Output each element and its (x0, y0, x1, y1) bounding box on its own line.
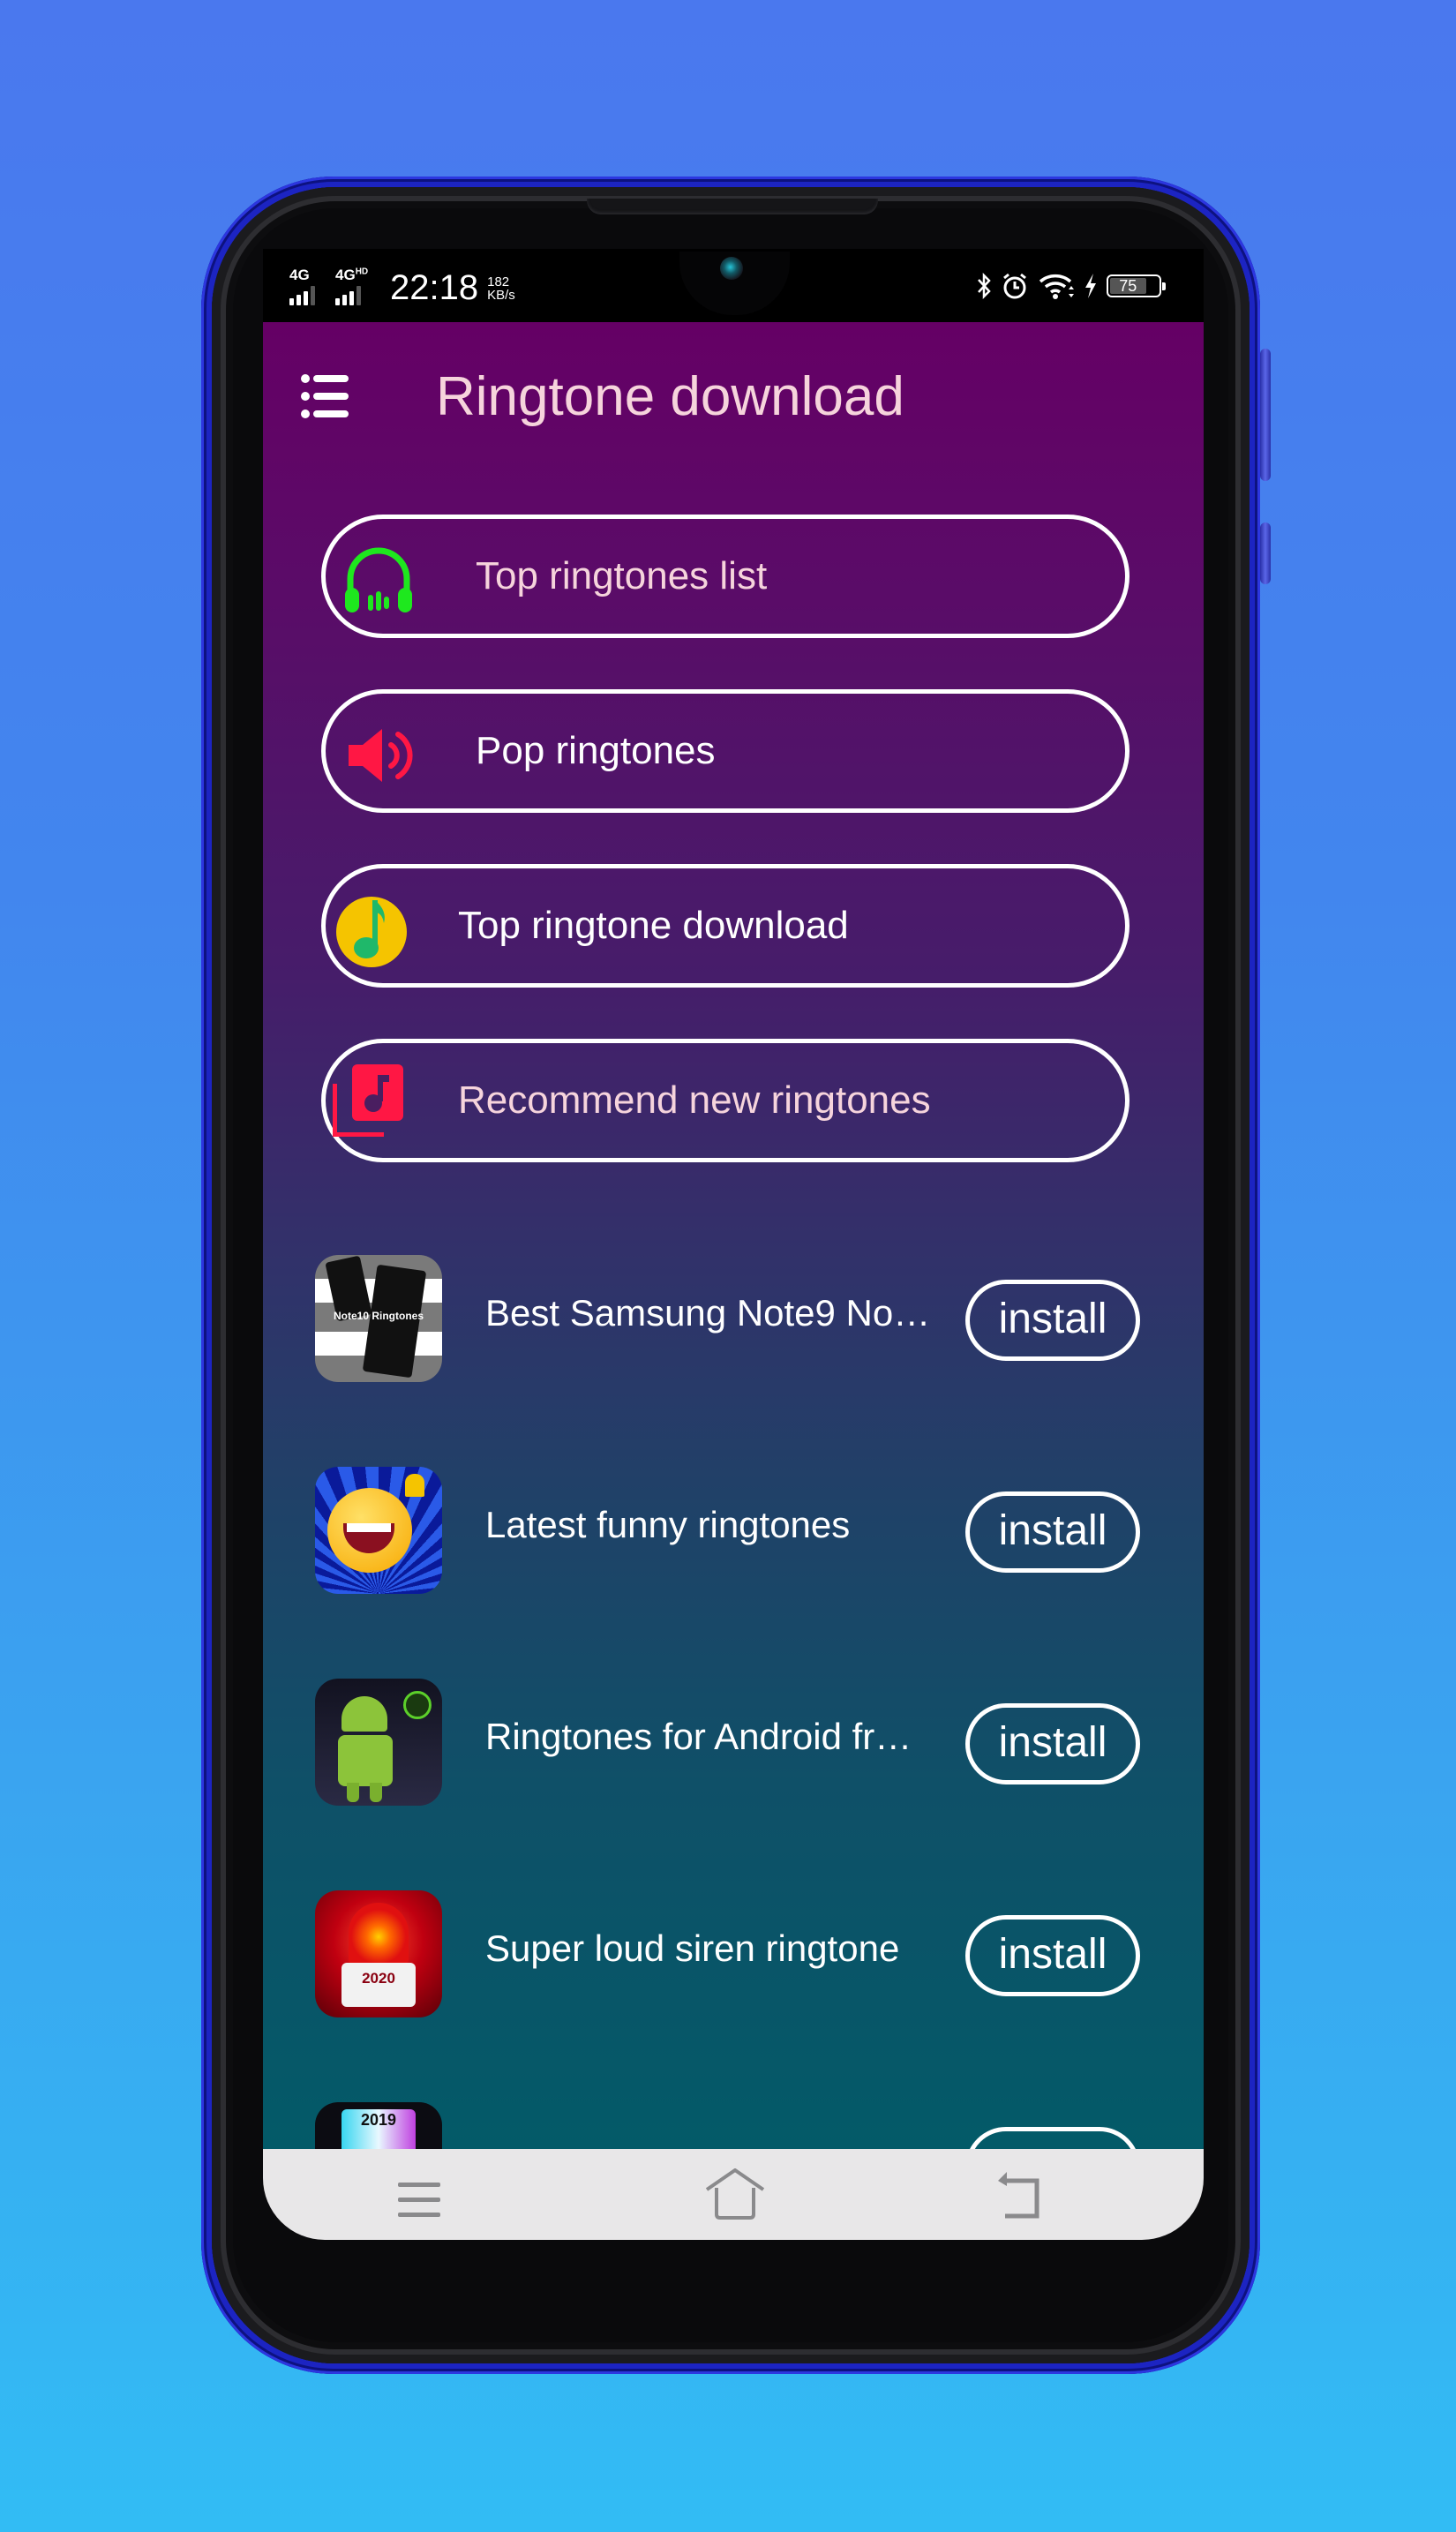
clock: 22:18 (390, 268, 479, 307)
install-button[interactable] (965, 2127, 1140, 2149)
music-library-icon (333, 1064, 403, 1137)
volume-button (1260, 349, 1271, 481)
recents-menu-icon[interactable] (391, 2168, 447, 2221)
alarm-icon (1003, 273, 1026, 299)
category-label: Top ringtone download (458, 904, 849, 947)
battery-level: 75 (1110, 277, 1146, 295)
app-thumbnail-funny-emoji (315, 1467, 442, 1594)
app-thumbnail-note-ringtones: Note10 Ringtones (315, 1255, 442, 1382)
app-thumbnail-2019: 2019 (315, 2102, 442, 2149)
page-title: Ringtone download (436, 366, 904, 427)
install-button[interactable]: install (965, 1703, 1140, 1784)
music-note-icon (336, 897, 407, 967)
app-list-item[interactable]: Note10 Ringtones Best Samsung Note9 No… … (263, 1255, 1204, 1387)
app-thumbnail-siren: 2020 (315, 1890, 442, 2017)
app-list-item[interactable]: Ringtones for Android fr… install (263, 1679, 1204, 1811)
home-icon[interactable] (704, 2168, 766, 2221)
speaker-volume-icon (349, 729, 413, 782)
category-recommend-new-ringtones[interactable]: Recommend new ringtones (321, 1039, 1130, 1162)
app-list-item[interactable]: 2020 Super loud siren ringtone install (263, 1890, 1204, 2023)
network-speed: 182 KB/s (487, 274, 515, 303)
app-list-item[interactable]: Latest funny ringtones install (263, 1467, 1204, 1599)
back-icon[interactable] (991, 2168, 1047, 2221)
signal-4g-icon: 4G (289, 267, 326, 305)
app-list-item[interactable]: 2019 (263, 2102, 1204, 2149)
battery-icon: 75 (1107, 274, 1166, 297)
charging-icon (1085, 274, 1096, 298)
category-pop-ringtones[interactable]: Pop ringtones (321, 689, 1130, 813)
app-bar: Ringtone download (263, 322, 1204, 477)
wifi-icon (1039, 274, 1074, 299)
app-screen: Ringtone download Top ringtones list Pop… (263, 322, 1204, 2149)
power-button (1260, 522, 1271, 584)
category-label: Pop ringtones (476, 729, 716, 772)
category-label: Top ringtones list (476, 554, 768, 597)
category-label: Recommend new ringtones (458, 1078, 931, 1122)
menu-list-icon[interactable] (300, 373, 351, 419)
category-top-ringtones-list[interactable]: Top ringtones list (321, 515, 1130, 638)
app-name: Best Samsung Note9 No… (485, 1292, 931, 1334)
install-button[interactable]: install (965, 1280, 1140, 1361)
front-camera (720, 257, 743, 280)
headphones-icon (345, 547, 412, 612)
app-name: Latest funny ringtones (485, 1504, 851, 1545)
app-name: Ringtones for Android fr… (485, 1716, 912, 1757)
app-thumbnail-android (315, 1679, 442, 1806)
earpiece-speaker (587, 199, 878, 214)
install-button[interactable]: install (965, 1491, 1140, 1573)
bluetooth-icon (978, 273, 991, 299)
app-name: Super loud siren ringtone (485, 1927, 900, 1969)
system-nav-bar (263, 2149, 1204, 2240)
category-top-ringtone-download[interactable]: Top ringtone download (321, 864, 1130, 988)
signal-4g-hd-icon: 4GHD (335, 267, 376, 305)
install-button[interactable]: install (965, 1915, 1140, 1996)
